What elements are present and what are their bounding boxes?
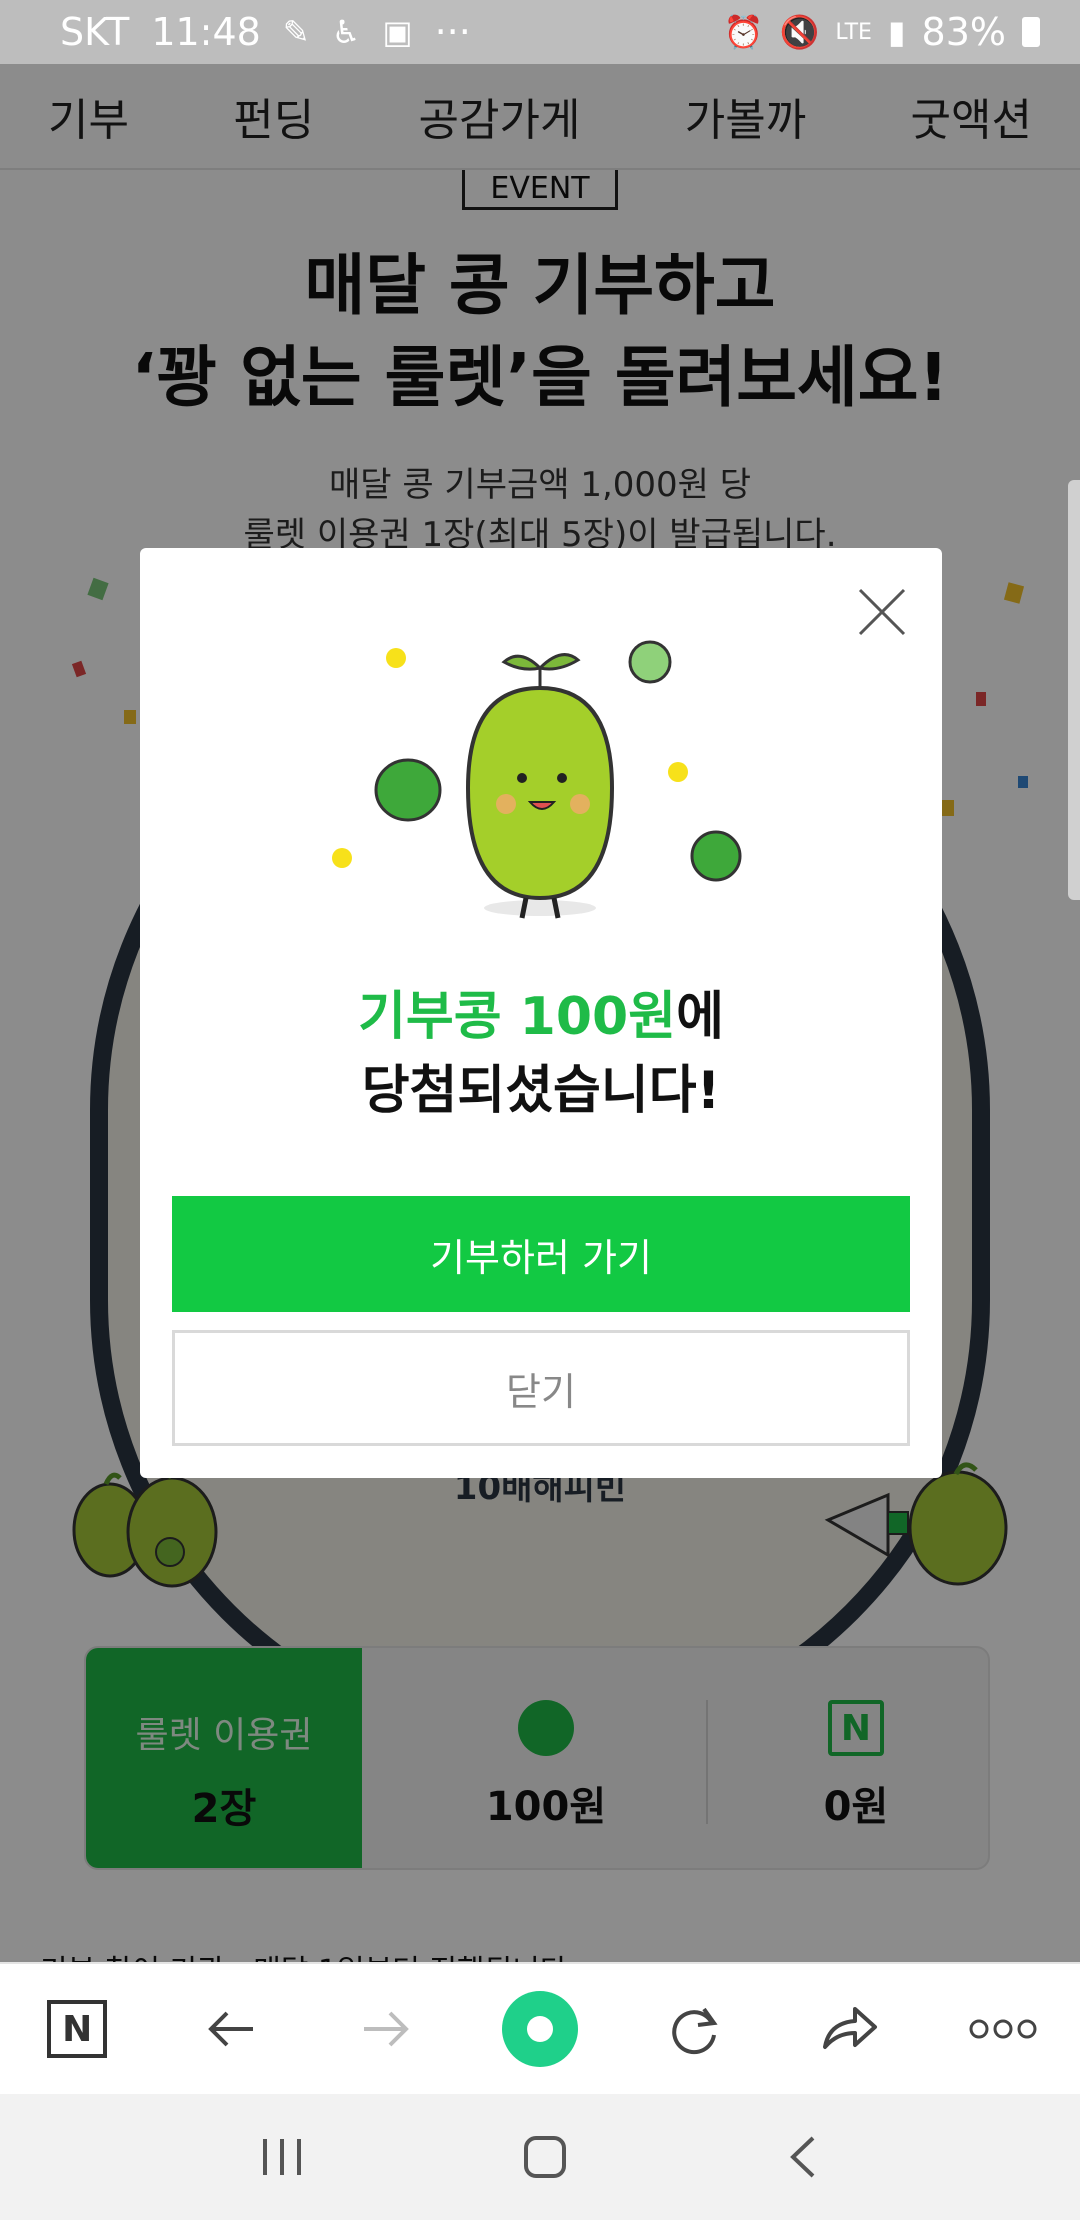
time-label: 11:48 [151,10,261,54]
more-notifications-label: ··· [434,10,471,54]
arrow-left-icon [208,2011,254,2047]
back-nav-icon[interactable] [783,2132,823,2182]
system-nav-bar [0,2094,1080,2220]
back-button[interactable] [186,1984,276,2074]
feather-icon: ✎ [282,13,310,51]
green-dot-icon [501,1991,578,2067]
status-right: ⏰ 🔇 LTE ▮ 83% [724,10,1040,54]
more-dots-icon [969,2019,1037,2039]
prize-amount: 기부콩 100원 [358,987,677,1047]
arrow-right-icon [363,2011,409,2047]
battery-percent-label: 83% [921,10,1006,54]
bean-mascot-illustration [332,640,742,919]
go-donate-button[interactable]: 기부하러 가기 [172,1196,910,1312]
reload-button[interactable] [649,1984,739,2074]
more-button[interactable] [958,1984,1048,2074]
reload-icon [672,2007,718,2055]
prize-message-suffix: 에 [676,987,724,1047]
close-button[interactable]: 닫기 [172,1330,910,1446]
carrier-label: SKT [60,10,130,54]
home-icon[interactable] [520,2132,570,2182]
network-type-label: LTE [835,19,872,45]
recent-apps-icon[interactable] [257,2135,307,2179]
share-button[interactable] [804,1984,894,2074]
mute-icon: 🔇 [779,13,820,51]
prize-modal: 기부콩 100원에 당첨되셨습니다! 기부하러 가기 닫기 [140,548,942,1478]
prize-message-line-2: 당첨되셨습니다! [361,1061,721,1121]
naver-logo-icon: N [47,2000,108,2058]
prize-message: 기부콩 100원에 당첨되셨습니다! [140,980,942,1128]
battery-icon [1022,17,1040,47]
accessibility-icon: ♿ [331,13,361,51]
share-icon [822,2007,877,2049]
status-left: SKT 11:48 ✎ ♿ ▣ ··· [60,10,471,54]
naver-home-button[interactable]: N [32,1984,122,2074]
signal-icon: ▮ [887,13,906,51]
prize-message-line-1: 기부콩 100원에 [140,980,942,1054]
image-icon: ▣ [382,13,413,51]
green-dot-button[interactable] [495,1984,585,2074]
status-bar: SKT 11:48 ✎ ♿ ▣ ··· ⏰ 🔇 LTE ▮ 83% [0,0,1080,64]
alarm-icon: ⏰ [723,13,764,51]
browser-toolbar: N [0,1962,1080,2094]
forward-button[interactable] [341,1984,431,2074]
scrollbar-handle[interactable] [1068,480,1080,900]
